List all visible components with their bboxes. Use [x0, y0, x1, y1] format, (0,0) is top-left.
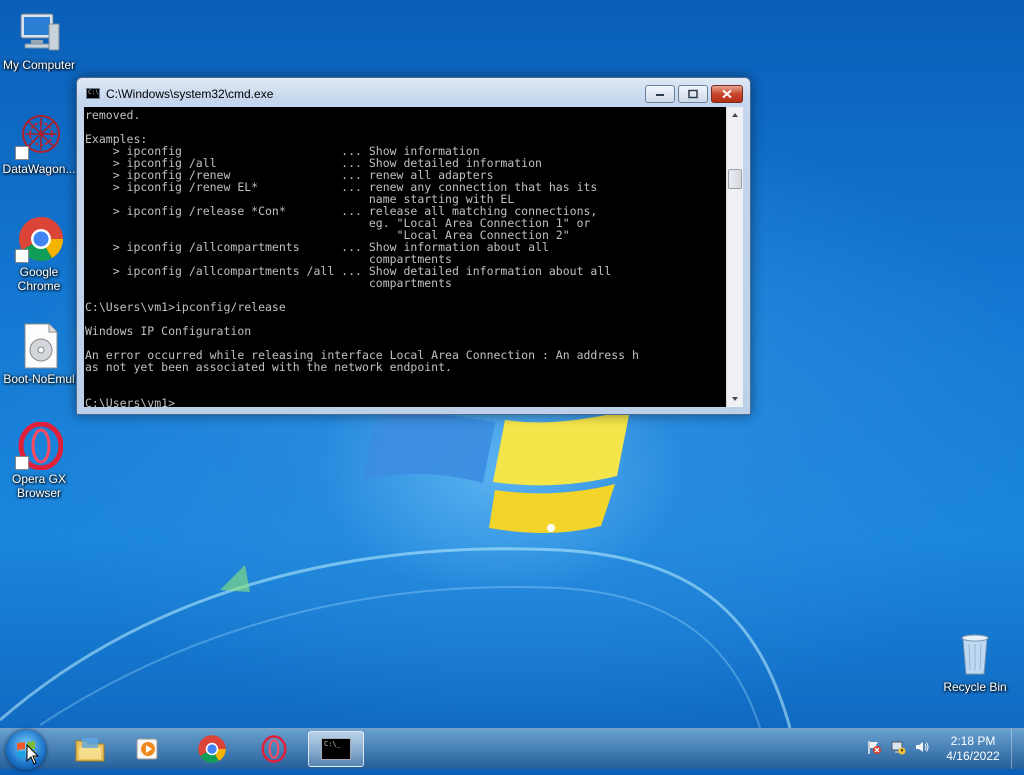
computer-icon	[15, 8, 63, 56]
desktop-icon-recycle-bin[interactable]: Recycle Bin	[936, 630, 1014, 694]
shortcut-arrow-icon	[15, 249, 29, 263]
desktop-icon-my-computer[interactable]: My Computer	[0, 8, 78, 72]
volume-icon[interactable]	[914, 739, 930, 755]
cmd-window[interactable]: C:\ C:\Windows\system32\cmd.exe removed.…	[76, 77, 751, 415]
desktop-icon-label: Google Chrome	[17, 265, 61, 293]
taskbar: C:\_ 2:18 PM 4/16/2022	[0, 728, 1024, 770]
opera-gx-icon	[15, 421, 64, 471]
taskbar-explorer-button[interactable]	[62, 731, 118, 767]
show-desktop-button[interactable]	[1011, 729, 1024, 769]
desktop-icon-label: Opera GX Browser	[11, 472, 67, 500]
console-text: removed. Examples: > ipconfig ... Show i…	[85, 108, 639, 407]
taskbar-clock[interactable]: 2:18 PM 4/16/2022	[938, 734, 1008, 764]
taskbar-media-player-button[interactable]	[120, 731, 176, 767]
clock-time: 2:18 PM	[950, 734, 996, 748]
cmd-icon: C:\	[86, 88, 100, 99]
recycle-bin-icon	[951, 630, 999, 678]
desktop-icon-google-chrome[interactable]: Google Chrome	[0, 215, 78, 293]
vertical-scrollbar[interactable]	[726, 107, 743, 407]
desktop-icon-label: DataWagon...	[2, 162, 76, 176]
system-tray	[862, 737, 937, 761]
window-title: C:\Windows\system32\cmd.exe	[106, 87, 274, 101]
scroll-thumb[interactable]	[728, 169, 742, 189]
taskbar-chrome-button[interactable]	[184, 731, 240, 767]
windows-logo	[363, 410, 630, 533]
media-player-icon	[136, 738, 158, 760]
taskbar-opera-gx-button[interactable]	[246, 731, 302, 767]
chrome-icon	[198, 735, 226, 763]
shortcut-arrow-icon	[15, 146, 29, 160]
arrow-down-icon	[732, 397, 738, 401]
taskbar-cmd-button[interactable]: C:\_	[308, 731, 364, 767]
desktop-icon-boot-noemul[interactable]: Boot-NoEmul	[0, 322, 78, 386]
maximize-button[interactable]	[678, 85, 708, 103]
close-icon	[722, 89, 732, 99]
console-output[interactable]: removed. Examples: > ipconfig ... Show i…	[84, 107, 726, 407]
desktop-icon-datawagon[interactable]: DataWagon...	[0, 112, 78, 176]
mouse-pointer-icon	[26, 744, 40, 765]
folder-icon	[75, 738, 105, 762]
minimize-icon	[656, 94, 664, 96]
desktop-icon-label: Recycle Bin	[943, 680, 1007, 694]
datawagon-icon	[15, 112, 63, 160]
maximize-icon	[688, 89, 698, 99]
scroll-up-button[interactable]	[727, 107, 743, 123]
window-titlebar[interactable]: C:\ C:\Windows\system32\cmd.exe	[77, 78, 750, 108]
shortcut-arrow-icon	[15, 456, 29, 470]
cmd-icon-text: C:\_	[324, 740, 341, 748]
cmd-icon: C:\_	[321, 738, 351, 760]
arrow-up-icon	[732, 113, 738, 117]
chrome-icon	[15, 215, 63, 263]
clock-date: 4/16/2022	[946, 749, 1000, 763]
close-button[interactable]	[711, 85, 743, 103]
network-icon[interactable]	[890, 739, 906, 755]
opera-gx-icon	[261, 735, 287, 763]
scroll-down-button[interactable]	[727, 391, 743, 407]
desktop-icon-label: Boot-NoEmul	[3, 372, 75, 386]
desktop-icon-label: My Computer	[2, 58, 76, 72]
disc-file-icon	[15, 322, 63, 370]
action-center-flag-icon[interactable]	[866, 739, 882, 755]
desktop-icon-opera-gx[interactable]: Opera GX Browser	[0, 421, 78, 500]
minimize-button[interactable]	[645, 85, 675, 103]
